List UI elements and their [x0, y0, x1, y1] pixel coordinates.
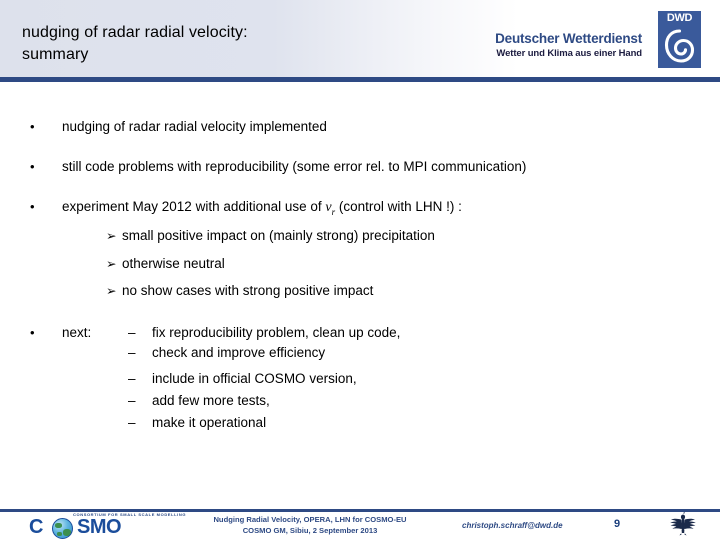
dwd-logo-tagline: Wetter und Klima aus einer Hand [496, 48, 642, 59]
dwd-spiral-icon [664, 29, 695, 63]
dwd-logo-wordmark: Deutscher Wetterdienst Wetter und Klima … [470, 31, 642, 59]
arrow-bullet-icon: ➢ [106, 257, 117, 271]
cosmo-logo-text-right: SMO [77, 516, 122, 538]
sub-bullet-label: no show cases with strong positive impac… [122, 283, 374, 298]
bullet-marker: • [30, 199, 35, 214]
bullet-label: experiment May 2012 with additional use … [62, 198, 462, 221]
dash-bullet-icon: – [128, 371, 136, 386]
arrow-bullet-icon: ➢ [106, 284, 117, 298]
cosmo-logo: CONSORTIUM FOR SMALL SCALE MODELLING C S… [27, 512, 185, 539]
bullet-marker: • [30, 159, 35, 174]
bullet-text-after-variable: (control with LHN !) : [335, 199, 462, 214]
dwd-logo-badge-text: DWD [666, 12, 693, 24]
footer-page-number: 9 [614, 518, 621, 530]
bullet-marker: • [30, 325, 35, 340]
footer-line-1: Nudging Radial Velocity, OPERA, LHN for … [213, 515, 407, 524]
footer-presentation-info: Nudging Radial Velocity, OPERA, LHN for … [160, 514, 460, 536]
bullet-marker: • [30, 119, 35, 134]
radial-velocity-symbol: vr [325, 200, 335, 217]
dash-item-label: add few more tests, [152, 393, 270, 408]
page-title-line1: nudging of radar radial velocity: [22, 24, 248, 41]
dash-bullet-icon: – [128, 345, 136, 360]
bullet-label: still code problems with reproducibility… [62, 159, 527, 174]
bundesadler-eagle-icon [670, 511, 696, 536]
cosmo-logo-text-left: C [29, 516, 43, 538]
sub-bullet-label: otherwise neutral [122, 256, 225, 271]
sub-bullet-label: small positive impact on (mainly strong)… [122, 228, 435, 243]
dwd-logo-badge: DWD [658, 11, 701, 68]
bullet-label: nudging of radar radial velocity impleme… [62, 119, 327, 134]
bullet-label: next: [62, 325, 92, 340]
slide-body: • nudging of radar radial velocity imple… [0, 82, 720, 492]
dash-item-label: include in official COSMO version, [152, 371, 357, 386]
page-title: nudging of radar radial velocity: summar… [22, 22, 442, 66]
globe-icon [52, 518, 73, 539]
footer-line-2: COSMO GM, Sibiu, 2 September 2013 [242, 526, 378, 535]
footer-email: christoph.schraff@dwd.de [462, 521, 563, 530]
dash-item-label: check and improve efficiency [152, 345, 326, 360]
dash-bullet-icon: – [128, 393, 136, 408]
bullet-text-before-variable: experiment May 2012 with additional use … [62, 199, 326, 214]
arrow-bullet-icon: ➢ [106, 229, 117, 243]
dwd-logo-name: Deutscher Wetterdienst [495, 31, 642, 46]
page-title-line2: summary [22, 46, 89, 63]
dash-item-label: fix reproducibility problem, clean up co… [152, 325, 401, 340]
dwd-logo: Deutscher Wetterdienst Wetter und Klima … [470, 11, 706, 69]
dash-bullet-icon: – [128, 325, 136, 340]
dash-item-label: make it operational [152, 415, 267, 430]
dash-bullet-icon: – [128, 415, 136, 430]
